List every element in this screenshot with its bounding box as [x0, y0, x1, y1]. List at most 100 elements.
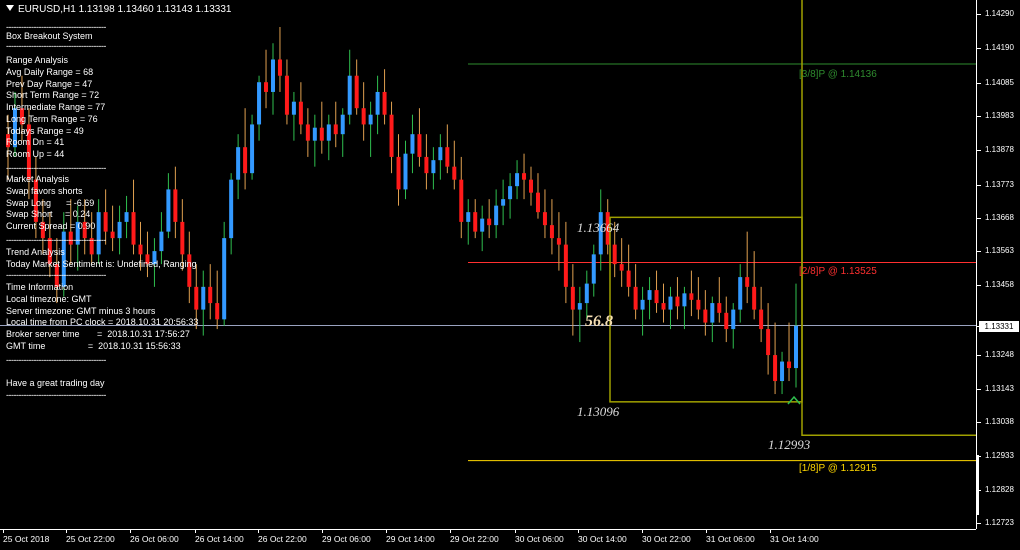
dropdown-triangle-icon[interactable]	[6, 5, 14, 11]
chart-area[interactable]: EURUSD,H1 1.13198 1.13460 1.13143 1.1333…	[0, 0, 976, 529]
candle-body	[633, 286, 638, 310]
price-tick	[977, 218, 981, 219]
candle-body	[229, 179, 234, 239]
time-tick	[770, 530, 771, 533]
candle-body	[556, 238, 561, 245]
price-tick	[977, 523, 981, 524]
price-label: 1.13773	[985, 180, 1014, 189]
candle-body	[117, 221, 122, 239]
time-axis[interactable]: 25 Oct 2018 25 Oct 22:00 26 Oct 06:00 26 Oc…	[0, 529, 976, 550]
candle-body	[201, 286, 206, 310]
time-label: 29 Oct 14:00	[386, 534, 435, 544]
candle-body	[612, 244, 617, 265]
price-tick	[977, 251, 981, 252]
candle-body	[208, 286, 213, 304]
candle-body	[773, 355, 778, 382]
price-label: 1.12933	[985, 451, 1014, 460]
range-line: Intermediate Range = 77	[6, 102, 106, 113]
candle-body	[780, 361, 785, 382]
separator: ----------------------------------------	[6, 390, 106, 400]
separator: ----------------------------------------	[6, 235, 106, 245]
chart-title: EURUSD,H1 1.13198 1.13460 1.13143 1.1333…	[6, 4, 232, 15]
candle-body	[361, 108, 366, 125]
candle-body	[626, 270, 631, 287]
time-line: Broker server time = 2018.10.31 17:56:27	[6, 329, 190, 340]
candle-body	[382, 91, 387, 115]
time-label: 25 Oct 22:00	[66, 534, 115, 544]
candle-body	[298, 101, 303, 125]
candle-body	[473, 212, 478, 232]
candle-body	[354, 75, 359, 109]
box-bottom-price-label: 1.13096	[577, 404, 620, 419]
candle-body	[717, 303, 722, 313]
trend-line: Today Market Sentiment is: Undefined, Ra…	[6, 259, 197, 269]
price-tick	[977, 185, 981, 186]
candle-body	[745, 277, 750, 287]
candle-body	[410, 134, 415, 154]
candle-body	[501, 199, 506, 206]
candle-body	[529, 179, 534, 193]
time-line: GMT time = 2018.10.31 15:56:33	[6, 340, 181, 351]
box-top-price-label: 1.13664	[577, 220, 620, 235]
candle-body	[459, 179, 464, 222]
candle-body	[403, 153, 408, 190]
time-label: 26 Oct 22:00	[258, 534, 307, 544]
price-tick	[977, 150, 981, 151]
candle-body	[319, 127, 324, 141]
box-layer	[609, 0, 976, 437]
range-lines: Avg Daily Range = 68 Prev Day Range = 47 S…	[6, 67, 105, 161]
separator: ----------------------------------------	[6, 270, 106, 280]
candle-body	[494, 205, 499, 226]
scroll-marker[interactable]	[976, 455, 979, 515]
market-lines: Swap favors shorts Swap Long = -6.69 Swap …	[6, 186, 95, 233]
candle-body	[270, 59, 275, 92]
candle-body	[480, 218, 485, 232]
time-line: Local time from PC clock = 2018.10.31 20…	[6, 317, 199, 328]
candle-body	[668, 296, 673, 310]
candle-body	[584, 283, 589, 304]
price-tick	[977, 285, 981, 286]
price-label: 1.13983	[985, 111, 1014, 120]
candle-body	[445, 147, 450, 167]
candle-body	[340, 114, 345, 135]
candle-body	[417, 134, 422, 157]
candle-body	[103, 212, 108, 232]
market-heading: Market Analysis	[6, 174, 70, 184]
candle-body	[731, 309, 736, 330]
price-label: 1.13668	[985, 213, 1014, 222]
range-line: Long Term Range = 76	[6, 113, 98, 124]
price-label: 1.14085	[985, 78, 1014, 87]
arrow-up-icon	[787, 395, 801, 405]
range-line: Avg Daily Range = 68	[6, 67, 94, 77]
price-tick	[977, 14, 981, 15]
price-axis[interactable]: 1.14290 1.14190 1.14085 1.13983 1.13878 1.137…	[976, 0, 1020, 529]
lower-price-label: 1.12993	[768, 437, 811, 452]
time-label: 30 Oct 22:00	[642, 534, 691, 544]
candle-body	[787, 361, 792, 369]
time-tick	[642, 530, 643, 533]
market-line: Swap Long = -6.69	[6, 197, 95, 208]
candle-body	[312, 127, 317, 141]
trend-lines: Today Market Sentiment is: Undefined, Ra…	[6, 259, 197, 271]
time-label: 25 Oct 2018	[3, 534, 50, 544]
range-line: Todays Range = 49	[6, 125, 84, 136]
trend-heading: Trend Analysis	[6, 247, 65, 257]
price-tick	[977, 422, 981, 423]
price-label: 1.12828	[985, 485, 1014, 494]
candle-body	[138, 244, 143, 255]
time-tick	[386, 530, 387, 533]
time-tick	[66, 530, 67, 533]
candle-body	[291, 101, 296, 115]
candle-body	[563, 244, 568, 287]
candle-body	[326, 124, 331, 141]
candle-body	[619, 264, 624, 271]
time-label: 31 Oct 06:00	[706, 534, 755, 544]
chart-title-text: EURUSD,H1 1.13198 1.13460 1.13143 1.1333…	[18, 4, 232, 15]
time-tick	[130, 530, 131, 533]
candle-body	[333, 124, 338, 135]
candle-body	[724, 312, 729, 330]
candle-body	[166, 189, 171, 232]
candle-body	[347, 75, 352, 115]
candle-body	[452, 166, 457, 180]
candle-body	[257, 82, 262, 125]
